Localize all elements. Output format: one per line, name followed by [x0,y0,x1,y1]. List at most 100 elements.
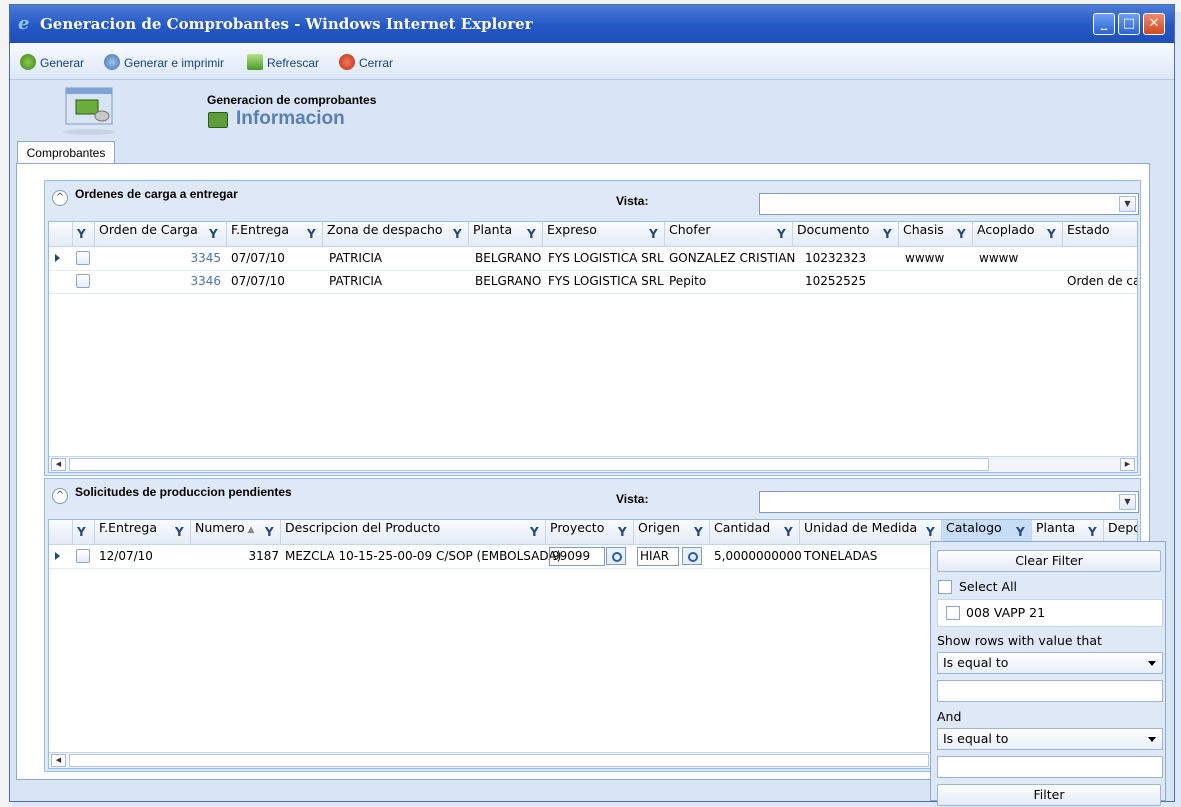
generar-label: Generar [40,56,85,70]
col-fentrega[interactable]: F.Entrega Y [227,222,323,246]
chofer-cell: GONZALEZ CRISTIAN [669,251,796,265]
expreso-cell: FYS LOGISTICA SRL [548,274,664,288]
col-label: Orden de Carga [99,222,198,237]
fecha-cell: 07/07/10 [231,274,285,288]
scroll-right-icon[interactable]: ▶ [1120,458,1135,471]
info-icon [208,112,228,128]
filter-operator-1[interactable]: Is equal to [937,652,1163,674]
filter-icon[interactable]: Y [209,227,221,241]
col-zona[interactable]: Zona de despacho Y [323,222,469,246]
filter-icon[interactable]: Y [1047,227,1059,241]
col-label: Planta [1036,520,1076,535]
col-label: Cantidad [714,520,771,535]
col-label: Depo [1108,520,1138,535]
orden-cell[interactable]: 3346 [95,270,221,293]
row-checkbox[interactable] [76,274,90,288]
solicitudes-vista-select[interactable]: ▼ [759,491,1139,513]
col-chofer[interactable]: Chofer Y [665,222,793,246]
scroll-left-icon[interactable]: ◀ [51,458,66,471]
filter-icon[interactable]: Y [649,227,661,241]
row-checkbox[interactable] [76,251,90,265]
scroll-thumb[interactable] [69,754,929,767]
filter-value-1[interactable] [937,680,1163,702]
select-all-checkbox[interactable] [938,580,952,594]
select-header[interactable]: Y [73,520,95,544]
origen-lookup-icon[interactable] [682,547,702,565]
proyecto-input[interactable]: 99099 [549,547,605,566]
collapse-ordenes-button[interactable]: ^ [52,190,68,206]
generar-button[interactable]: Generar [20,54,84,72]
select-header[interactable]: Y [73,222,95,246]
filter-icon[interactable]: Y [1088,525,1100,539]
col-label: Estado [1067,222,1110,237]
filter-icon[interactable]: Y [883,227,895,241]
generar-imprimir-button[interactable]: Generar e imprimir [104,54,224,72]
filter-icon[interactable]: Y [175,525,187,539]
filter-icon[interactable]: Y [77,525,89,539]
col-estado[interactable]: Estado [1063,222,1137,246]
cantidad-cell: 5,0000000000 [714,549,802,563]
print-icon [104,54,120,70]
tab-comprobantes[interactable]: Comprobantes [17,141,115,164]
clear-filter-button[interactable]: Clear Filter [937,550,1161,572]
title-bar[interactable]: e Generacion de Comprobantes - Windows I… [10,5,1174,43]
filter-icon[interactable]: Y [77,227,89,241]
filter-icon[interactable]: Y [926,525,938,539]
close-window-button[interactable]: ✕ [1143,13,1165,35]
filter-icon[interactable]: Y [265,525,277,539]
filter-icon[interactable]: Y [530,525,542,539]
col-cantidad[interactable]: Cantidad Y [710,520,800,544]
maximize-button[interactable]: □ [1118,13,1140,35]
col-descripcion[interactable]: Descripcion del Producto Y [281,520,546,544]
filter-icon[interactable]: Y [453,227,465,241]
col-label: Acoplado [977,222,1035,237]
ordenes-hscrollbar[interactable]: ◀ ▶ [49,456,1137,472]
col-fentrega[interactable]: F.Entrega Y [95,520,191,544]
filter-icon[interactable]: Y [618,525,630,539]
proyecto-lookup-icon[interactable] [606,547,626,565]
operator-2-value: Is equal to [943,731,1009,746]
filter-value-2[interactable] [937,756,1163,778]
value-checkbox[interactable] [946,606,960,620]
col-origen[interactable]: Origen Y [634,520,710,544]
chevron-down-icon[interactable]: ▼ [1119,494,1136,510]
table-row[interactable]: 3346 07/07/10 PATRICIA BELGRANO FYS LOGI… [49,270,1137,294]
zona-cell: PATRICIA [329,251,383,265]
orden-cell[interactable]: 3345 [95,247,221,270]
filter-icon[interactable]: Y [307,227,319,241]
acoplado-cell: wwww [979,251,1019,265]
minimize-button[interactable]: _ [1093,13,1115,35]
filter-operator-2[interactable]: Is equal to [937,728,1163,750]
refrescar-button[interactable]: Refrescar [247,54,319,72]
filter-icon[interactable]: Y [1016,525,1028,539]
window-title: Generacion de Comprobantes - Windows Int… [40,15,533,33]
col-planta[interactable]: Planta Y [469,222,543,246]
chevron-down-icon[interactable]: ▼ [1119,196,1136,212]
origen-input[interactable]: HIAR [637,547,679,566]
col-unidad[interactable]: Unidad de Medida Y [800,520,942,544]
ordenes-vista-select[interactable]: ▼ [759,193,1139,215]
filter-icon[interactable]: Y [527,227,539,241]
scroll-left-icon[interactable]: ◀ [51,754,66,767]
scroll-thumb[interactable] [69,458,989,471]
and-label: And [937,709,962,724]
cerrar-button[interactable]: Cerrar [339,54,393,72]
row-checkbox[interactable] [76,549,90,563]
col-orden-carga[interactable]: Orden de Carga Y [95,222,227,246]
filter-button[interactable]: Filter [937,784,1161,806]
descripcion-cell: MEZCLA 10-15-25-00-09 C/SOP (EMBOLSADA) [285,549,562,563]
col-proyecto[interactable]: Proyecto Y [546,520,634,544]
col-numero[interactable]: Numero ▲ Y [191,520,281,544]
col-acoplado[interactable]: Acoplado Y [973,222,1063,246]
col-expreso[interactable]: Expreso Y [543,222,665,246]
filter-icon[interactable]: Y [784,525,796,539]
table-row[interactable]: 3345 07/07/10 PATRICIA BELGRANO FYS LOGI… [49,247,1137,271]
ordenes-section: ^ Ordenes de carga a entregar Vista: ▼ Y… [44,180,1141,476]
col-documento[interactable]: Documento Y [793,222,899,246]
collapse-solicitudes-button[interactable]: ^ [52,488,68,504]
filter-icon[interactable]: Y [957,227,969,241]
col-chasis[interactable]: Chasis Y [899,222,973,246]
filter-icon[interactable]: Y [777,227,789,241]
filter-icon[interactable]: Y [694,525,706,539]
col-label: Planta [473,222,513,237]
